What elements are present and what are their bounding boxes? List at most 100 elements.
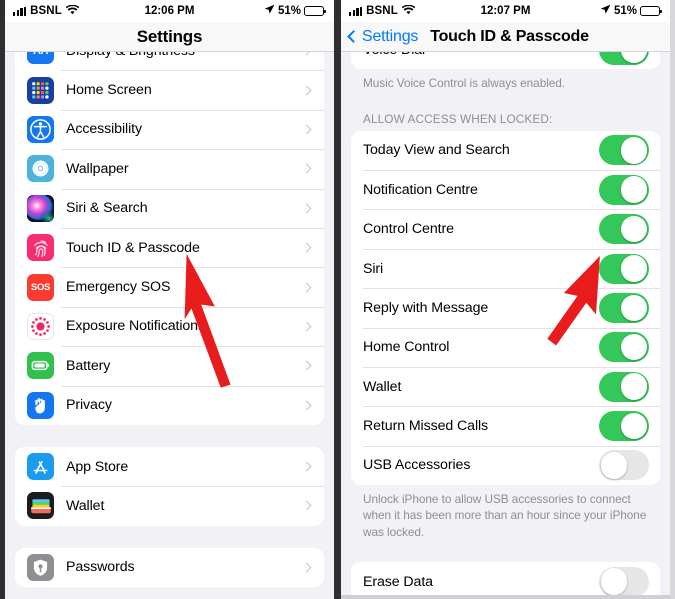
carrier-label: BSNL	[366, 5, 398, 17]
wifi-icon	[65, 4, 80, 18]
back-button-label: Settings	[362, 27, 419, 45]
status-bar-left: BSNL	[13, 4, 80, 18]
toggle-row-usb-accessories[interactable]: USB Accessories	[351, 445, 660, 486]
wallpaper-icon	[27, 155, 54, 183]
toggle-switch[interactable]	[599, 371, 649, 402]
row-label: Emergency SOS	[66, 279, 171, 296]
toggle-row-home-control[interactable]: Home Control	[351, 327, 660, 367]
settings-row-privacy[interactable]: Privacy	[15, 385, 324, 425]
settings-row-touch-id-passcode[interactable]: Touch ID & Passcode	[15, 227, 324, 268]
row-label: Exposure Notifications	[66, 318, 205, 335]
location-arrow-icon	[264, 4, 275, 18]
left-scroll-area[interactable]: AA Display & Brightness Home Screen Accessi…	[5, 52, 334, 599]
row-label: Display & Brightness	[66, 52, 195, 59]
right-scroll-area[interactable]: Voice Dial Music Voice Control is always …	[341, 52, 670, 599]
chevron-right-icon	[301, 203, 312, 214]
chevron-right-icon	[301, 163, 312, 174]
toggle-switch[interactable]	[599, 52, 649, 65]
page-title: Touch ID & Passcode	[430, 27, 589, 45]
allow-access-section-header: ALLOW ACCESS WHEN LOCKED:	[363, 111, 553, 126]
cellular-bars-icon	[13, 6, 27, 16]
row-label: Voice Dial	[363, 52, 425, 58]
row-label: Siri & Search	[66, 200, 148, 217]
row-label: Today View and Search	[363, 142, 510, 159]
settings-group-passwords: Passwords	[15, 547, 324, 588]
bottom-edge-shade	[341, 595, 670, 599]
chevron-right-icon	[301, 461, 312, 472]
status-bar-right: 51%	[264, 4, 326, 18]
voice-dial-group: Voice Dial	[351, 52, 660, 70]
toggle-row-erase-data[interactable]: Erase Data	[351, 561, 660, 599]
toggle-switch[interactable]	[599, 214, 649, 245]
toggle-row-reply-with-message[interactable]: Reply with Message	[351, 288, 660, 328]
toggle-row-return-missed-calls[interactable]: Return Missed Calls	[351, 406, 660, 446]
row-label: Wallpaper	[66, 160, 129, 177]
left-status-bar: BSNL 12:06 PM 51%	[5, 0, 334, 22]
settings-row-emergency-sos[interactable]: SOS Emergency SOS	[15, 267, 324, 307]
settings-row-display-brightness[interactable]: AA Display & Brightness	[15, 52, 324, 71]
row-label: Touch ID & Passcode	[66, 239, 200, 256]
toggle-switch[interactable]	[599, 174, 649, 205]
row-label: Accessibility	[66, 121, 142, 138]
battery-icon	[640, 6, 662, 16]
settings-row-home-screen[interactable]: Home Screen	[15, 70, 324, 110]
row-label: Erase Data	[363, 573, 433, 590]
back-button[interactable]: Settings	[347, 27, 419, 46]
toggle-switch[interactable]	[599, 566, 649, 597]
row-label: USB Accessories	[363, 457, 471, 474]
toggle-switch[interactable]	[599, 135, 649, 166]
dual-phone-screenshot: BSNL 12:06 PM 51% Settings AA Display & B…	[0, 0, 675, 599]
row-label: Wallet	[363, 378, 402, 395]
settings-row-wallpaper[interactable]: Wallpaper	[15, 149, 324, 189]
settings-row-exposure-notifications[interactable]: Exposure Notifications	[15, 306, 324, 347]
right-phone-touch-id-screen: BSNL 12:07 PM 51% Settings Touch ID & Pa…	[337, 0, 675, 599]
settings-row-app-store[interactable]: App Store	[15, 446, 324, 487]
toggle-row-siri[interactable]: Siri	[351, 248, 660, 289]
privacy-icon	[27, 391, 54, 419]
toggle-switch[interactable]	[599, 332, 649, 363]
toggle-row-today-view-and-search[interactable]: Today View and Search	[351, 130, 660, 171]
emergency-sos-icon: SOS	[27, 273, 54, 301]
chevron-right-icon	[301, 562, 312, 573]
left-nav-bar: Settings	[5, 22, 334, 52]
toggle-switch[interactable]	[599, 411, 649, 442]
app-store-icon	[27, 453, 54, 481]
settings-row-accessibility[interactable]: Accessibility	[15, 109, 324, 150]
carrier-label: BSNL	[30, 5, 62, 17]
status-bar-left: BSNL	[349, 4, 416, 18]
settings-row-siri-search[interactable]: Siri & Search	[15, 188, 324, 228]
toggle-switch[interactable]	[599, 450, 649, 481]
battery-icon	[304, 6, 326, 16]
toggle-row-control-centre[interactable]: Control Centre	[351, 209, 660, 249]
toggle-switch[interactable]	[599, 292, 649, 323]
battery-percent-label: 51%	[277, 5, 301, 17]
chevron-right-icon	[301, 360, 312, 371]
row-label: Privacy	[66, 397, 112, 414]
settings-row-passwords[interactable]: Passwords	[15, 547, 324, 588]
row-label: Reply with Message	[363, 299, 489, 316]
row-label: Passwords	[66, 559, 135, 576]
toggle-row-notification-centre[interactable]: Notification Centre	[351, 170, 660, 210]
left-phone-settings-screen: BSNL 12:06 PM 51% Settings AA Display & B…	[0, 0, 337, 599]
wallet-icon	[27, 492, 54, 520]
row-label: App Store	[66, 458, 129, 475]
chevron-right-icon	[301, 501, 312, 511]
settings-row-wallet[interactable]: Wallet	[15, 486, 324, 526]
chevron-right-icon	[301, 282, 312, 292]
toggle-row-wallet[interactable]: Wallet	[351, 367, 660, 407]
row-label: Control Centre	[363, 221, 454, 238]
passwords-icon	[27, 553, 54, 581]
toggle-switch[interactable]	[599, 253, 649, 284]
row-label: Return Missed Calls	[363, 418, 489, 435]
usb-accessories-footnote: Unlock iPhone to allow USB accessories t…	[363, 492, 647, 539]
status-bar-right: 51%	[600, 4, 662, 18]
exposure-notifications-icon	[27, 312, 54, 340]
toggle-row-voice-dial[interactable]: Voice Dial	[351, 52, 660, 70]
home-screen-icon	[27, 76, 54, 104]
display-brightness-icon: AA	[27, 52, 54, 65]
wifi-icon	[401, 4, 416, 18]
settings-row-battery[interactable]: Battery	[15, 346, 324, 386]
siri-search-icon	[27, 194, 54, 222]
settings-group-store: App Store Wallet	[15, 446, 324, 526]
